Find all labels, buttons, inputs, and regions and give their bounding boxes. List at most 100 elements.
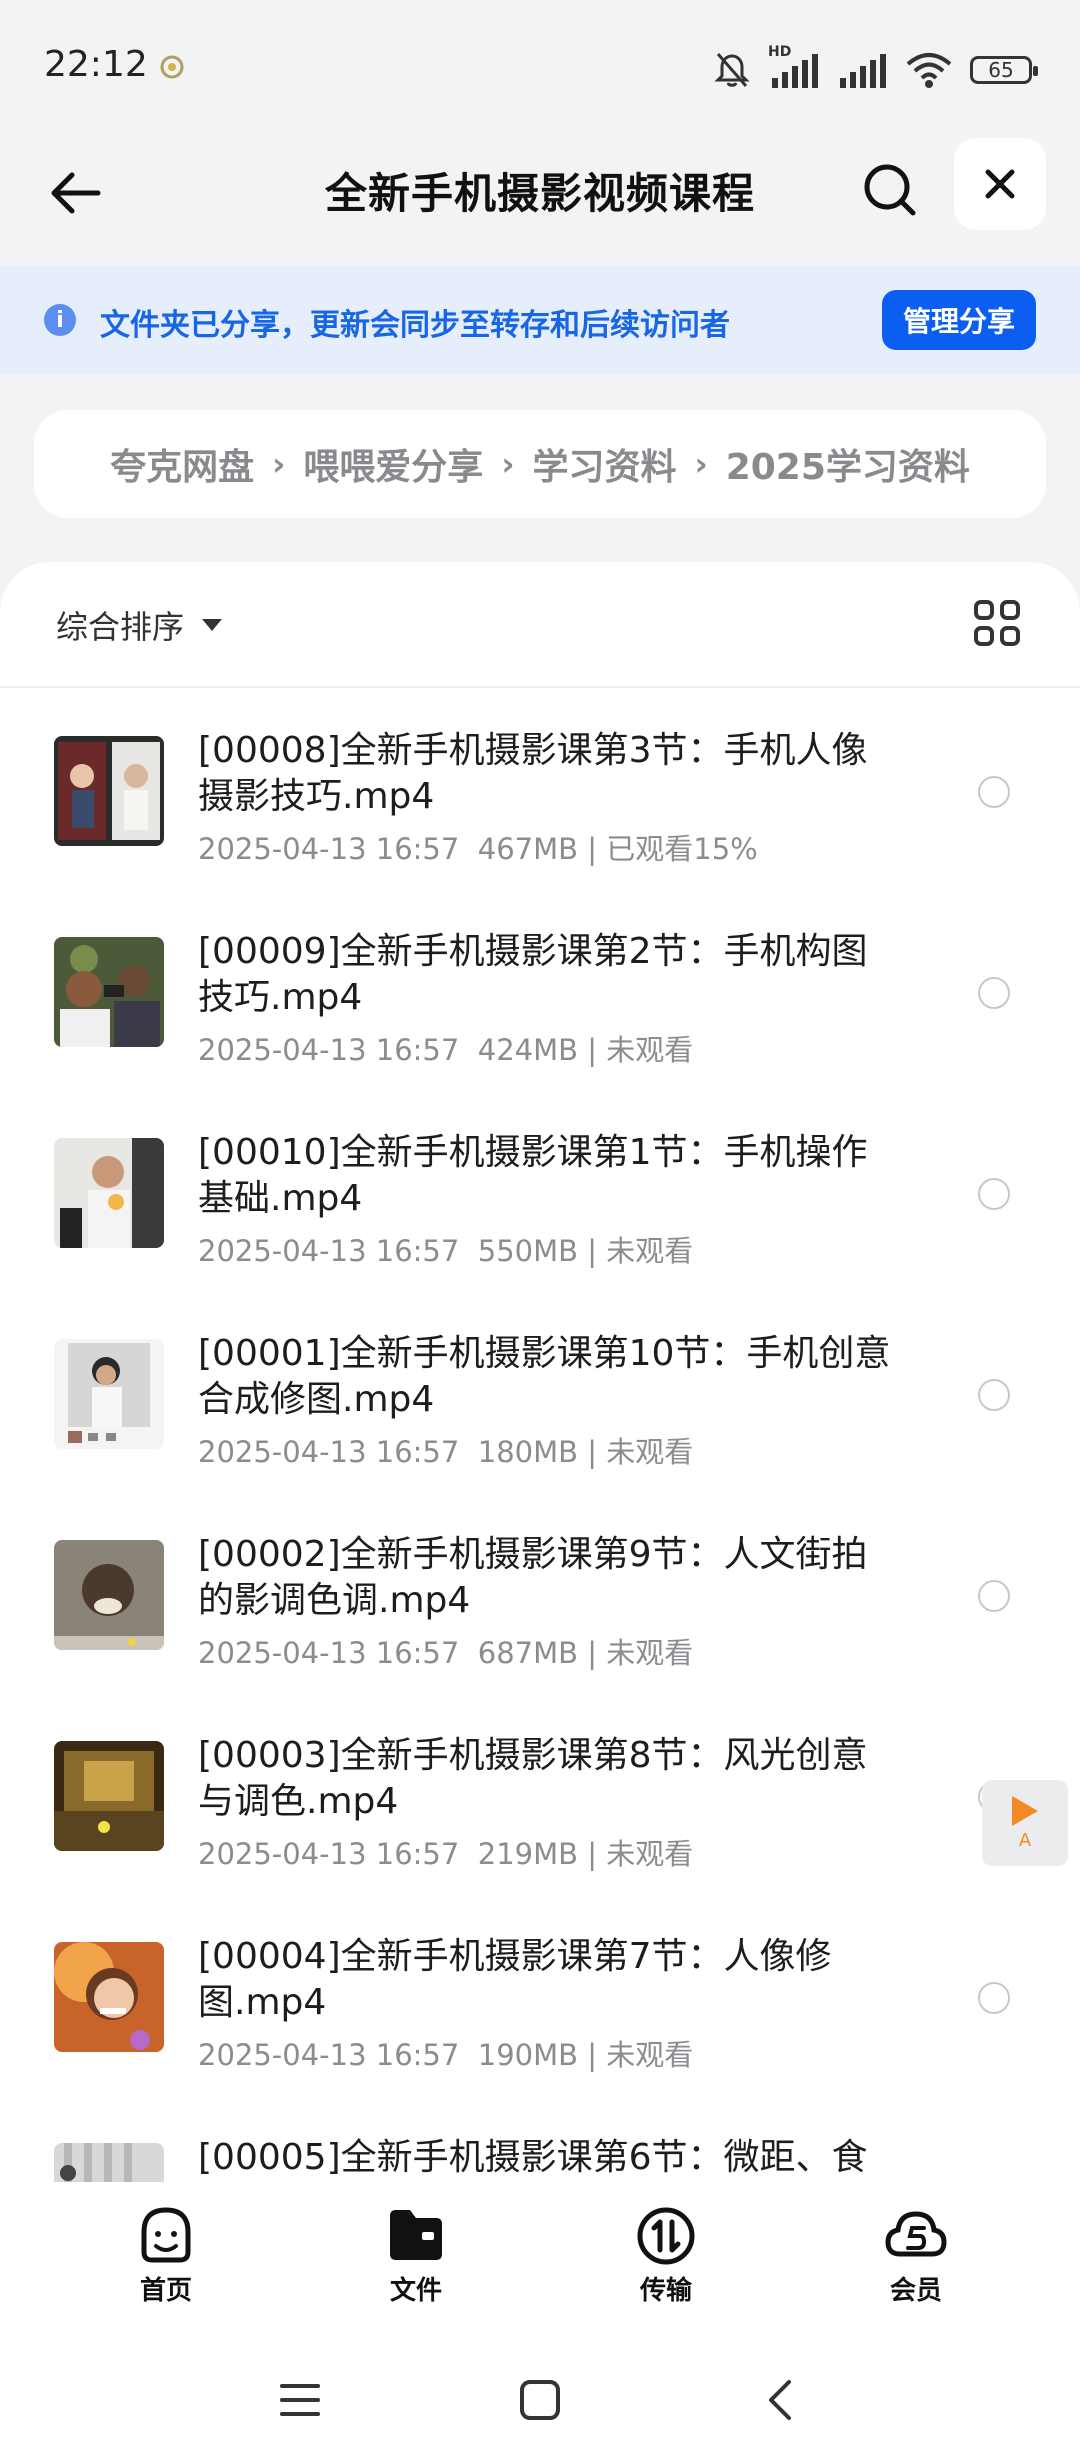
watch-status: 未观看 — [606, 1837, 694, 1871]
video-thumbnail — [54, 1339, 164, 1449]
file-name: [00005]全新手机摄影课第6节：微距、食 — [198, 2137, 868, 2178]
tab-files[interactable]: 文件 — [346, 2202, 486, 2312]
signal-icon — [840, 54, 886, 88]
tab-label: 会员 — [889, 2276, 942, 2306]
file-row[interactable]: [00002]全新手机摄影课第9节：人文街拍的影调色调.mp4 2025-04-… — [0, 1506, 1080, 1707]
file-size: 424MB — [477, 1033, 579, 1067]
file-row[interactable]: [00004]全新手机摄影课第7节：人像修图.mp4 2025-04-13 16… — [0, 1908, 1080, 2109]
file-meta: 2025-04-13 16:57 687MB | 未观看 — [198, 1636, 694, 1670]
file-row[interactable]: [00001]全新手机摄影课第10节：手机创意合成修图.mp4 2025-04-… — [0, 1305, 1080, 1506]
select-checkbox[interactable] — [978, 776, 1010, 808]
watch-status: 未观看 — [606, 1033, 694, 1067]
file-date: 2025-04-13 16:57 — [198, 1234, 460, 1268]
manage-share-button[interactable]: 管理分享 — [882, 290, 1036, 350]
file-date: 2025-04-13 16:57 — [198, 832, 460, 866]
video-thumbnail — [54, 736, 164, 846]
select-checkbox[interactable] — [978, 977, 1010, 1009]
caret-down-icon — [202, 619, 223, 631]
chevron-left-icon — [769, 2380, 791, 2420]
breadcrumb-item[interactable]: 学习资料 — [533, 438, 677, 490]
file-row[interactable]: [00010]全新手机摄影课第1节：手机操作基础.mp4 2025-04-13 … — [0, 1104, 1080, 1305]
square-home-icon — [520, 2380, 560, 2420]
tab-home[interactable]: 首页 — [96, 2202, 236, 2312]
video-thumbnail — [54, 1540, 164, 1650]
file-meta: 2025-04-13 16:57 190MB | 未观看 — [198, 2038, 694, 2072]
floating-play-button[interactable]: A — [982, 1780, 1068, 1866]
system-navigation-bar — [0, 2332, 1080, 2460]
file-size: 219MB — [477, 1837, 579, 1871]
file-name: [00008]全新手机摄影课第3节：手机人像摄影技巧.mp4 — [198, 730, 868, 817]
share-notice-banner: i 文件夹已分享，更新会同步至转存和后续访问者 管理分享 — [0, 266, 1080, 374]
system-back-button[interactable] — [750, 2370, 810, 2430]
folder-icon — [390, 2210, 442, 2260]
file-meta: 2025-04-13 16:57 424MB | 未观看 — [198, 1033, 694, 1067]
file-date: 2025-04-13 16:57 — [198, 2038, 460, 2072]
file-size: 687MB — [477, 1636, 579, 1670]
member-cloud-icon — [885, 2211, 947, 2257]
signal-hd-icon: HD — [768, 44, 820, 90]
file-meta: 2025-04-13 16:57 219MB | 未观看 — [198, 1837, 694, 1871]
file-size: 180MB — [477, 1435, 579, 1469]
file-size: 550MB — [477, 1234, 579, 1268]
mute-bell-icon — [714, 53, 750, 87]
file-name: [00002]全新手机摄影课第9节：人文街拍的影调色调.mp4 — [198, 1534, 868, 1621]
bottom-tab-bar: 首页 文件 传输 会员 — [0, 2182, 1080, 2332]
select-checkbox[interactable] — [978, 1379, 1010, 1411]
tab-transfer[interactable]: 传输 — [596, 2202, 736, 2312]
grid-icon — [974, 600, 994, 620]
file-date: 2025-04-13 16:57 — [198, 1636, 460, 1670]
video-thumbnail — [54, 1138, 164, 1248]
file-meta: 2025-04-13 16:57 180MB | 未观看 — [198, 1435, 694, 1469]
home-button[interactable] — [510, 2370, 570, 2430]
tab-label: 首页 — [139, 2276, 192, 2306]
close-button[interactable] — [954, 138, 1046, 230]
file-row[interactable]: [00003]全新手机摄影课第8节：风光创意与调色.mp4 2025-04-13… — [0, 1707, 1080, 1908]
watch-status: 未观看 — [606, 1234, 694, 1268]
chevron-right-icon: › — [694, 445, 708, 483]
video-thumbnail — [54, 1741, 164, 1851]
select-checkbox[interactable] — [978, 1982, 1010, 2014]
grid-view-toggle[interactable] — [974, 600, 1020, 646]
top-nav-bar: 全新手机摄影视频课程 — [0, 130, 1080, 260]
play-icon — [1012, 1795, 1038, 1826]
breadcrumb-item[interactable]: 喂喂爱分享 — [303, 438, 483, 490]
file-name: [00004]全新手机摄影课第7节：人像修图.mp4 — [198, 1936, 832, 2023]
search-button[interactable] — [852, 152, 928, 228]
breadcrumb-item-current[interactable]: 2025学习资料 — [726, 438, 970, 490]
battery-indicator: 65 — [970, 56, 1038, 84]
file-meta: 2025-04-13 16:57 467MB | 已观看15% — [198, 832, 758, 866]
home-face-icon — [141, 2207, 191, 2263]
watch-status: 未观看 — [606, 2038, 694, 2072]
sort-label: 综合排序 — [56, 608, 185, 646]
status-time: 22:12 — [44, 44, 148, 85]
notification-badge-icon — [160, 55, 184, 79]
sort-dropdown[interactable]: 综合排序 — [56, 602, 223, 648]
file-row[interactable]: [00009]全新手机摄影课第2节：手机构图技巧.mp4 2025-04-13 … — [0, 903, 1080, 1104]
floating-button-label: A — [1018, 1829, 1032, 1851]
divider — [0, 686, 1080, 688]
file-list: [00008]全新手机摄影课第3节：手机人像摄影技巧.mp4 2025-04-1… — [0, 702, 1080, 2182]
video-thumbnail — [54, 937, 164, 1047]
select-checkbox[interactable] — [978, 1580, 1010, 1612]
file-list-panel: 综合排序 [00008]全新手机摄影课第3节：手机人像摄影技巧.mp4 2025… — [0, 562, 1080, 2182]
tab-member[interactable]: 会员 — [846, 2202, 986, 2312]
file-row[interactable]: [00005]全新手机摄影课第6节：微距、食 — [0, 2109, 1080, 2182]
file-name: [00009]全新手机摄影课第2节：手机构图技巧.mp4 — [198, 931, 868, 1018]
select-checkbox[interactable] — [978, 1178, 1010, 1210]
breadcrumb-item-root[interactable]: 夸克网盘 — [110, 438, 254, 490]
share-notice-text: 文件夹已分享，更新会同步至转存和后续访问者 — [100, 308, 730, 343]
search-icon — [864, 164, 916, 216]
video-thumbnail — [54, 1942, 164, 2052]
battery-level: 65 — [988, 58, 1014, 82]
file-name: [00010]全新手机摄影课第1节：手机操作基础.mp4 — [198, 1132, 868, 1219]
video-thumbnail — [54, 2143, 164, 2182]
watch-status: 已观看15% — [606, 832, 758, 866]
status-bar: 22:12 HD 65 — [0, 0, 1080, 130]
file-size: 190MB — [477, 2038, 579, 2072]
file-name: [00003]全新手机摄影课第8节：风光创意与调色.mp4 — [198, 1735, 868, 1822]
tab-label: 文件 — [389, 2276, 442, 2306]
file-row[interactable]: [00008]全新手机摄影课第3节：手机人像摄影技巧.mp4 2025-04-1… — [0, 702, 1080, 903]
info-icon: i — [44, 304, 76, 336]
file-size: 467MB — [477, 832, 579, 866]
recent-apps-button[interactable] — [270, 2370, 330, 2430]
